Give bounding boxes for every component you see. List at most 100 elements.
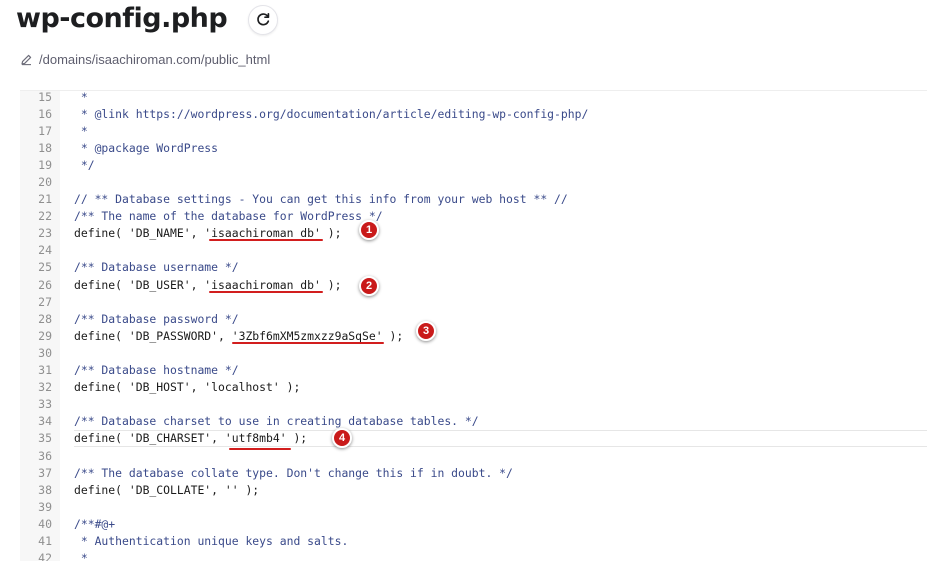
code-line-content: /** The database collate type. Don't cha… [74, 464, 927, 481]
code-text: define( 'DB_PASSWORD', '3Zbf6mXM5zmxzz9a… [74, 328, 404, 343]
code-editor[interactable]: 15 * 16 * @link https://wordpress.org/doc… [20, 90, 927, 561]
annotation-badge-4: 4 [332, 428, 352, 448]
line-number: 20 [38, 175, 52, 190]
code-line[interactable]: 15 * [20, 91, 927, 105]
code-line[interactable]: 18 * @package WordPress [20, 139, 927, 156]
code-line[interactable]: 33 [20, 396, 927, 413]
line-number: 23 [38, 226, 52, 241]
line-number: 21 [38, 192, 52, 207]
code-line-content: * [74, 91, 927, 105]
annotation-underline-db-name [209, 239, 323, 241]
code-line-content: /** Database charset to use in creating … [74, 413, 927, 430]
code-line-content: /** Database username */ [74, 259, 927, 276]
code-line-content [74, 498, 927, 515]
line-number: 42 [38, 551, 52, 561]
line-number: 39 [38, 499, 52, 514]
code-line[interactable]: 38 define( 'DB_COLLATE', '' ); [20, 481, 927, 498]
line-number: 28 [38, 311, 52, 326]
code-line[interactable]: 23 define( 'DB_NAME', 'isaachiroman_db' )… [20, 225, 927, 242]
code-line[interactable]: 19 */ [20, 156, 927, 173]
code-line[interactable]: 17 * [20, 122, 927, 139]
code-line[interactable]: 31 /** Database hostname */ [20, 362, 927, 379]
code-line-content: * @link https://wordpress.org/documentat… [74, 105, 927, 122]
code-text: /** Database username */ [74, 260, 239, 275]
code-line-content: /** Database password */ [74, 310, 927, 327]
refresh-button[interactable] [248, 5, 278, 35]
annotation-badge-2: 2 [359, 276, 379, 296]
code-text: /** The name of the database for WordPre… [74, 209, 383, 224]
line-number: 33 [38, 397, 52, 412]
code-line[interactable]: 37 /** The database collate type. Don't c… [20, 464, 927, 481]
code-line[interactable]: 25 /** Database username */ [20, 259, 927, 276]
code-line[interactable]: 24 [20, 242, 927, 259]
code-line-content: define( 'DB_COLLATE', '' ); [74, 481, 927, 498]
code-line[interactable]: 40 /**#@+ [20, 515, 927, 532]
file-header: wp-config.php /domains/isaachiroman.com/… [0, 0, 927, 90]
file-path: /domains/isaachiroman.com/public_html [39, 52, 271, 67]
code-text: */ [74, 157, 95, 172]
pencil-icon[interactable] [20, 53, 33, 66]
code-line[interactable]: 32 define( 'DB_HOST', 'localhost' ); [20, 379, 927, 396]
code-line-content: define( 'DB_NAME', 'isaachiroman_db' ); [74, 225, 927, 242]
code-line-content: /**#@+ [74, 515, 927, 532]
annotation-badge-3: 3 [416, 321, 436, 341]
line-number: 17 [38, 123, 52, 138]
code-line[interactable]: 39 [20, 498, 927, 515]
line-number: 19 [38, 157, 52, 172]
code-text: // ** Database settings - You can get th… [74, 192, 568, 207]
code-line-content: /** The name of the database for WordPre… [74, 208, 927, 225]
code-line-content [74, 293, 927, 310]
annotation-underline-db-user [209, 291, 323, 293]
code-text: * [74, 123, 88, 138]
line-number: 32 [38, 380, 52, 395]
code-line-content: define( 'DB_HOST', 'localhost' ); [74, 379, 927, 396]
code-line-content: */ [74, 156, 927, 173]
code-line[interactable]: 16 * @link https://wordpress.org/documen… [20, 105, 927, 122]
line-number: 24 [38, 243, 52, 258]
line-number: 29 [38, 328, 52, 343]
code-line[interactable]: 28 /** Database password */ [20, 310, 927, 327]
code-text: * @link https://wordpress.org/documentat… [74, 106, 589, 121]
code-text: * @package WordPress [74, 140, 219, 155]
code-line[interactable]: 42 * [20, 550, 927, 561]
line-number: 18 [38, 140, 52, 155]
refresh-icon [257, 12, 270, 26]
code-line[interactable]: 26 define( 'DB_USER', 'isaachiroman_db' )… [20, 276, 927, 293]
code-line[interactable]: 41 * Authentication unique keys and salt… [20, 532, 927, 549]
annotation-underline-db-charset [229, 448, 291, 450]
line-number: 35 [38, 431, 52, 446]
code-line[interactable]: 21 // ** Database settings - You can get … [20, 191, 927, 208]
line-number: 41 [38, 533, 52, 548]
code-text: /** Database hostname */ [74, 363, 239, 378]
line-number: 36 [38, 448, 52, 463]
code-line-content: define( 'DB_USER', 'isaachiroman_db' ); [74, 276, 927, 293]
code-line-content: * [74, 550, 927, 561]
code-line-content: define( 'DB_PASSWORD', '3Zbf6mXM5zmxzz9a… [74, 327, 927, 344]
line-number: 40 [38, 516, 52, 531]
code-line[interactable]: 29 define( 'DB_PASSWORD', '3Zbf6mXM5zmxzz… [20, 327, 927, 344]
line-number: 16 [38, 106, 52, 121]
code-line-content: // ** Database settings - You can get th… [74, 191, 927, 208]
line-number: 31 [38, 363, 52, 378]
code-line[interactable]: 20 [20, 173, 927, 190]
code-line-content: * Authentication unique keys and salts. [74, 532, 927, 549]
code-line[interactable]: 34 /** Database charset to use in creatin… [20, 413, 927, 430]
line-number: 34 [38, 414, 52, 429]
code-line[interactable]: 35 define( 'DB_CHARSET', 'utf8mb4' ); [20, 429, 927, 447]
line-number: 38 [38, 482, 52, 497]
code-line-content: * [74, 122, 927, 139]
code-line-content [74, 173, 927, 190]
code-text: define( 'DB_HOST', 'localhost' ); [74, 380, 301, 395]
code-lines: 15 * 16 * @link https://wordpress.org/doc… [20, 91, 927, 561]
line-number: 27 [38, 294, 52, 309]
code-text: * Authentication unique keys and salts. [74, 533, 349, 548]
code-line[interactable]: 30 [20, 344, 927, 361]
code-line[interactable]: 36 [20, 447, 927, 464]
code-line[interactable]: 22 /** The name of the database for WordP… [20, 208, 927, 225]
line-number: 22 [38, 209, 52, 224]
code-line-content: define( 'DB_CHARSET', 'utf8mb4' ); [74, 429, 927, 447]
code-text: /** Database password */ [74, 311, 239, 326]
code-line-content [74, 447, 927, 464]
line-number: 30 [38, 345, 52, 360]
code-line[interactable]: 27 [20, 293, 927, 310]
